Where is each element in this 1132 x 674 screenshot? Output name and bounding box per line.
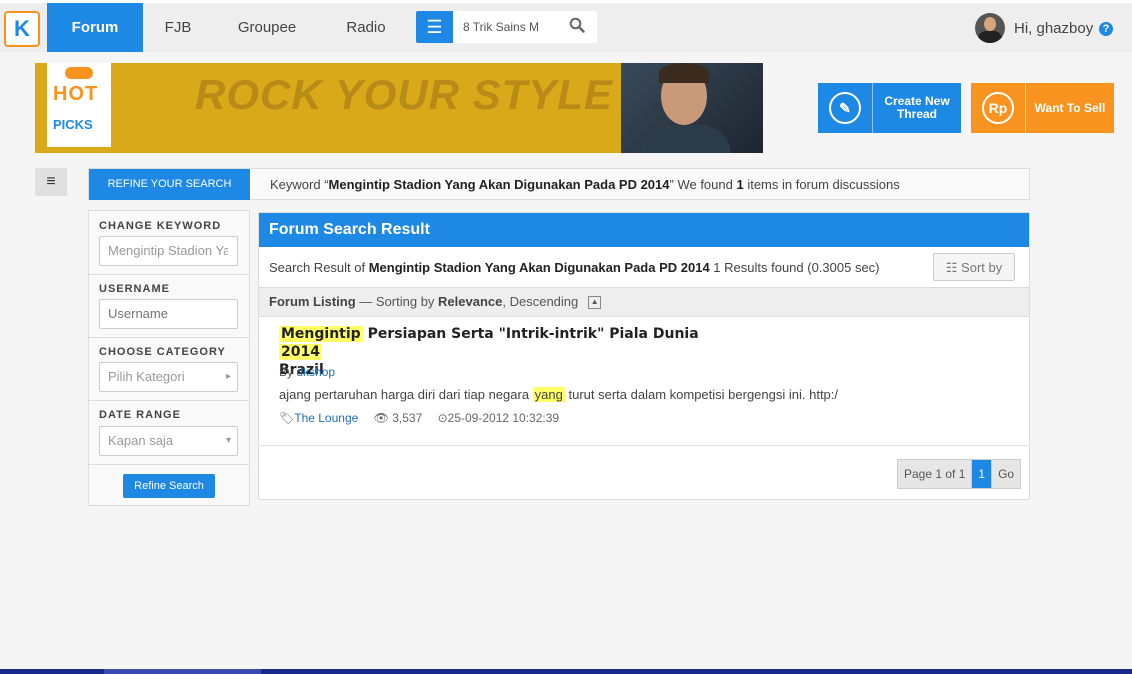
hamburger-icon: ☰ bbox=[426, 17, 443, 37]
result-count: 1 bbox=[736, 177, 744, 192]
rupiah-icon: Rp bbox=[982, 92, 1014, 124]
forum-listing-label: Forum Listing bbox=[269, 294, 356, 309]
user-avatar[interactable] bbox=[975, 13, 1005, 43]
create-new-thread-button[interactable]: ✎ Create New Thread bbox=[818, 83, 961, 133]
list-icon: ☷ bbox=[945, 260, 958, 275]
search-box bbox=[453, 11, 597, 43]
sidebar-toggle-button[interactable]: ≡ bbox=[35, 168, 67, 196]
refine-your-search-tab[interactable]: REFINE YOUR SEARCH bbox=[89, 169, 250, 200]
page-info: Page 1 of 1 bbox=[898, 460, 973, 488]
user-greeting[interactable]: Hi, ghazboy bbox=[1014, 20, 1093, 37]
tab-radio[interactable]: Radio bbox=[321, 3, 411, 52]
collapse-icon[interactable]: ▲ bbox=[588, 296, 602, 310]
forum-listing-bar: Forum Listing — Sorting by Relevance, De… bbox=[259, 287, 1029, 317]
hot-picks-logo: HOT PICKS bbox=[47, 63, 111, 147]
tab-groupee[interactable]: Groupee bbox=[213, 3, 321, 52]
refine-search-button[interactable]: Refine Search bbox=[123, 474, 215, 498]
search-input[interactable] bbox=[463, 18, 543, 36]
summary-query: Mengintip Stadion Yang Akan Digunakan Pa… bbox=[368, 260, 710, 275]
banner-photo bbox=[621, 63, 763, 153]
results-title: Forum Search Result bbox=[259, 213, 1029, 247]
pagination: Page 1 of 1 1 Go bbox=[897, 459, 1022, 489]
result-title-link[interactable]: Mengintip Persiapan Serta "Intrik-intrik… bbox=[279, 325, 709, 379]
result-author-line: By dkshop bbox=[279, 365, 336, 379]
sort-by-button[interactable]: ☷ Sort by bbox=[933, 253, 1015, 281]
username-field[interactable] bbox=[108, 306, 228, 321]
keyword-field[interactable] bbox=[108, 243, 228, 258]
help-icon[interactable]: ? bbox=[1099, 22, 1113, 36]
tab-forum[interactable]: Forum bbox=[47, 3, 143, 52]
tag-icon: 🏷 bbox=[279, 411, 295, 425]
view-count: 3,537 bbox=[392, 411, 423, 425]
results-summary: Search Result of Mengintip Stadion Yang … bbox=[269, 260, 880, 275]
want-to-sell-label: Want To Sell bbox=[1034, 100, 1106, 115]
kaskus-logo[interactable]: K bbox=[4, 11, 40, 47]
username-label: USERNAME bbox=[99, 283, 170, 295]
top-navbar: K Forum FJB Groupee Radio ☰ Hi, ghazboy … bbox=[0, 0, 1132, 52]
clock-icon: ⊙ bbox=[437, 411, 448, 425]
want-to-sell-button[interactable]: Rp Want To Sell bbox=[971, 83, 1114, 133]
search-menu-button[interactable]: ☰ bbox=[416, 11, 453, 43]
eye-icon: 👁 bbox=[373, 411, 389, 425]
keyword-text: Mengintip Stadion Yang Akan Digunakan Pa… bbox=[328, 177, 670, 192]
choose-category-label: CHOOSE CATEGORY bbox=[99, 346, 226, 358]
page-go-button[interactable]: Go bbox=[991, 460, 1020, 488]
author-link[interactable]: dkshop bbox=[296, 365, 335, 379]
refine-bar: REFINE YOUR SEARCH Keyword “Mengintip St… bbox=[88, 168, 1030, 200]
result-snippet: ajang pertaruhan harga diri dari tiap ne… bbox=[279, 387, 839, 402]
result-meta: 🏷The Lounge 👁 3,537 ⊙25-09-2012 10:32:39 bbox=[279, 411, 559, 425]
change-keyword-label: CHANGE KEYWORD bbox=[99, 220, 222, 232]
date-range-label: DATE RANGE bbox=[99, 409, 181, 421]
tab-fjb[interactable]: FJB bbox=[143, 3, 213, 52]
chevron-down-icon: ▾ bbox=[225, 435, 231, 446]
forum-search-result-panel: Forum Search Result Search Result of Men… bbox=[258, 212, 1030, 500]
chevron-right-icon: ▸ bbox=[225, 371, 231, 382]
sort-field: Relevance bbox=[438, 294, 503, 309]
taskbar-strip bbox=[0, 669, 1132, 674]
pencil-icon: ✎ bbox=[829, 92, 861, 124]
keyword-field-wrap bbox=[99, 236, 238, 266]
hot-picks-banner[interactable]: HOT PICKS ROCK YOUR STYLE OUT bbox=[35, 63, 763, 153]
keyword-summary: Keyword “Mengintip Stadion Yang Akan Dig… bbox=[270, 177, 900, 192]
username-field-wrap bbox=[99, 299, 238, 329]
category-link[interactable]: The Lounge bbox=[294, 411, 358, 425]
post-date: 25-09-2012 10:32:39 bbox=[447, 411, 560, 425]
create-new-thread-label: Create New Thread bbox=[884, 94, 950, 121]
search-icon[interactable] bbox=[569, 17, 585, 38]
divider bbox=[259, 445, 1029, 446]
page-current[interactable]: 1 bbox=[972, 460, 992, 488]
category-select[interactable]: Pilih Kategori ▸ bbox=[99, 362, 238, 392]
date-range-select[interactable]: Kapan saja ▾ bbox=[99, 426, 238, 456]
refine-sidebar: CHANGE KEYWORD USERNAME CHOOSE CATEGORY … bbox=[88, 210, 250, 506]
